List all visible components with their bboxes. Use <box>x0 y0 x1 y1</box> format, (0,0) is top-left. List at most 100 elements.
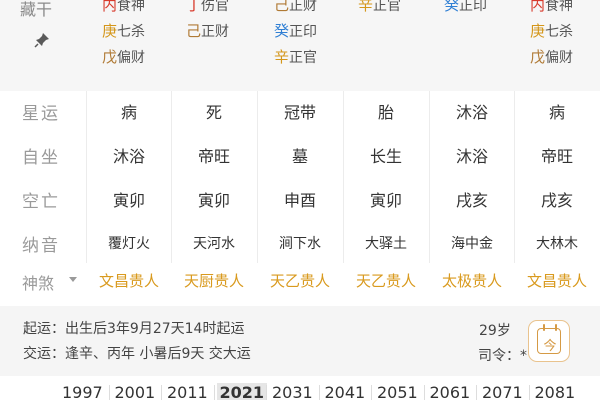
grid-cell-kongwang: 戌亥 <box>455 191 488 210</box>
grid-cell-zizuo: 帝旺 <box>197 147 230 166</box>
hidden-stem-gan: 戊 <box>530 48 546 66</box>
shensha-item[interactable]: 天厨贵人 <box>171 270 257 291</box>
hidden-stem-entry: 庚七杀 <box>530 20 573 41</box>
shensha-item[interactable]: 天乙贵人 <box>257 270 343 291</box>
fortune-info-panel <box>0 306 600 376</box>
hidden-stem-god: 七杀 <box>545 24 574 40</box>
year-separator <box>161 385 162 400</box>
grid-cell-zizuo: 沐浴 <box>455 147 488 166</box>
hidden-stem-god: 正印 <box>289 24 318 40</box>
hidden-stem-gan: 戊 <box>102 48 118 66</box>
shensha-item[interactable]: 文昌贵人 <box>514 270 600 291</box>
year-item[interactable]: 2041 <box>325 383 366 400</box>
column-divider <box>257 91 258 263</box>
row-label-zizuo: 自坐 <box>22 148 60 168</box>
hidden-stem-gan: 辛 <box>274 48 290 66</box>
grid-cell-nayin: 海中金 <box>451 236 493 252</box>
hidden-stem-god: 食神 <box>545 0 574 14</box>
qiyun-text: 起运：出生后3年9月27天14时起运 <box>23 321 245 337</box>
chevron-down-icon[interactable] <box>69 277 77 282</box>
hidden-stem-gan: 内 <box>102 0 118 14</box>
hidden-stem-entry: 癸正印 <box>274 20 317 41</box>
grid-cell-zizuo: 长生 <box>369 147 402 166</box>
grid-cell-xingyun: 病 <box>548 103 565 122</box>
shensha-item[interactable]: 太极贵人 <box>429 270 515 291</box>
hidden-stem-entry: 丁伤官 <box>186 0 229 15</box>
shensha-item[interactable]: 文昌贵人 <box>86 270 172 291</box>
hidden-stem-gan: 庚 <box>102 22 118 40</box>
shensha-item[interactable]: 天乙贵人 <box>343 270 429 291</box>
grid-cell-nayin: 覆灯火 <box>108 236 150 252</box>
dayun-year-strip[interactable]: 1997 2001 2011 2021 2031 2041 2051 2061 2071 2081 <box>40 383 600 400</box>
hidden-stem-gan: 丁 <box>186 0 202 14</box>
grid-cell-kongwang: 寅卯 <box>112 191 145 210</box>
grid-cell-nayin: 天河水 <box>193 236 235 252</box>
grid-cell-kongwang: 寅卯 <box>197 191 230 210</box>
grid-cell-nayin: 大林木 <box>536 236 578 252</box>
hidden-stem-god: 正官 <box>289 50 318 66</box>
hidden-stem-god: 食神 <box>117 0 146 14</box>
year-separator <box>423 385 425 400</box>
column-divider <box>514 91 515 263</box>
grid-cell-nayin: 大驿土 <box>365 236 407 252</box>
hidden-stem-entry: 己正财 <box>274 0 317 15</box>
shensha-label[interactable]: 神煞 <box>22 270 54 294</box>
year-item[interactable]: 1997 <box>62 383 103 400</box>
hidden-stem-gan: 内 <box>530 0 546 14</box>
grid-cell-zizuo: 墓 <box>291 147 308 166</box>
year-item[interactable]: 2051 <box>377 383 418 400</box>
hidden-stem-god: 偏财 <box>117 50 146 66</box>
hidden-stem-gan: 庚 <box>530 22 546 40</box>
hidden-stem-god: 正官 <box>373 0 402 14</box>
hidden-stem-god: 正财 <box>201 24 230 40</box>
hidden-stem-entry: 癸正印 <box>444 0 487 15</box>
grid-cell-xingyun: 死 <box>205 103 222 122</box>
hidden-stem-entry: 庚七杀 <box>102 20 145 41</box>
year-item[interactable]: 2071 <box>482 383 523 400</box>
grid-cell-xingyun: 病 <box>120 103 137 122</box>
grid-cell-nayin: 涧下水 <box>279 236 321 252</box>
hidden-stem-entry: 内食神 <box>530 0 573 15</box>
calendar-ring-right <box>555 324 557 331</box>
grid-cell-xingyun: 冠带 <box>283 103 316 122</box>
year-item[interactable]: 2001 <box>115 383 156 400</box>
calendar-label: 今 <box>543 339 557 354</box>
hidden-stem-gan: 辛 <box>358 0 374 14</box>
grid-cell-zizuo: 沐浴 <box>112 147 145 166</box>
hidden-stem-entry: 辛正官 <box>274 46 317 67</box>
year-separator <box>266 385 267 400</box>
column-divider <box>171 91 172 263</box>
hidden-stem-entry: 辛正官 <box>358 0 401 15</box>
today-calendar-button[interactable]: 今 <box>528 320 570 362</box>
year-separator <box>476 385 477 400</box>
hidden-stems-label: 藏干 <box>20 0 53 19</box>
year-separator <box>108 385 110 400</box>
hidden-stem-god: 偏财 <box>545 50 574 66</box>
year-item[interactable]: 2011 <box>167 383 208 400</box>
year-item[interactable]: 2081 <box>535 383 576 400</box>
row-label-nayin: 纳音 <box>22 236 60 256</box>
column-divider <box>86 91 87 263</box>
siling-text: 司令：* <box>478 348 527 364</box>
grid-cell-kongwang: 申酉 <box>283 191 316 210</box>
year-separator <box>213 385 215 400</box>
hidden-stem-gan: 癸 <box>274 22 290 40</box>
calendar-ring-left <box>543 324 545 331</box>
hidden-stem-god: 七杀 <box>117 24 146 40</box>
column-divider <box>343 91 344 263</box>
grid-cell-kongwang: 寅卯 <box>369 191 402 210</box>
year-item[interactable]: 2031 <box>272 383 313 400</box>
hidden-stem-entry: 戊偏财 <box>102 46 145 67</box>
grid-cell-xingyun: 沐浴 <box>455 103 488 122</box>
hidden-stem-entry: 内食神 <box>102 0 145 15</box>
year-item[interactable]: 2021 <box>216 383 268 400</box>
year-item[interactable]: 2061 <box>430 383 471 400</box>
hidden-stem-entry: 己正财 <box>186 20 229 41</box>
age-text: 29岁 <box>479 323 511 339</box>
year-separator <box>528 385 530 400</box>
jiaoyun-text: 交运：逢辛、丙年 小暑后9天 交大运 <box>23 346 251 362</box>
grid-cell-xingyun: 胎 <box>377 103 394 122</box>
pin-icon[interactable] <box>33 31 51 49</box>
grid-cell-zizuo: 帝旺 <box>540 147 573 166</box>
hidden-stem-god: 伤官 <box>201 0 230 14</box>
